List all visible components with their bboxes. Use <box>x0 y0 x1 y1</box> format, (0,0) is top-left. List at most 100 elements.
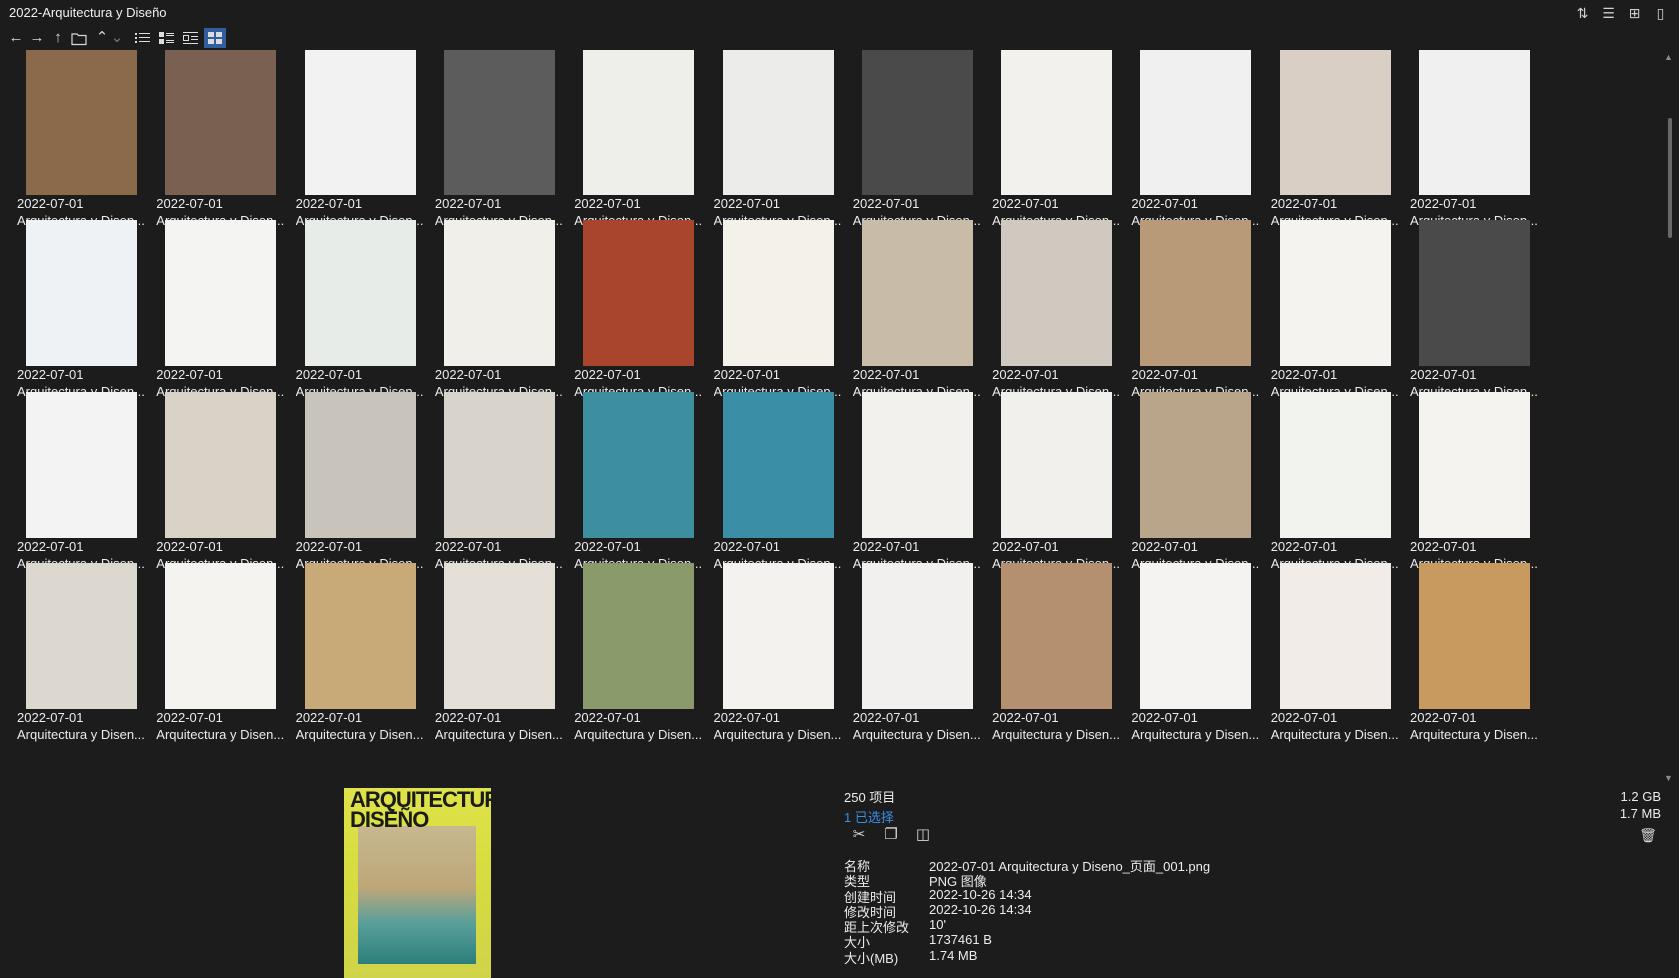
thumbnail-tile[interactable]: 2022-07-01Arquitectura y Disen... <box>1271 217 1419 400</box>
thumbnail-tile[interactable]: 2022-07-01Arquitectura y Disen... <box>1271 50 1419 229</box>
tile-name-label: Arquitectura y Disen... <box>1131 726 1260 742</box>
compare-icon[interactable]: ◫ <box>914 826 932 844</box>
scroll-down-icon[interactable]: ▼ <box>1664 773 1673 783</box>
preview-mag-title: ARQUITECTURA DISEÑO <box>350 789 491 831</box>
tile-date-label: 2022-07-01 <box>156 196 223 211</box>
thumbnail-tile[interactable]: 2022-07-01Arquitectura y Disen... <box>992 560 1140 743</box>
tile-date-label: 2022-07-01 <box>295 538 363 554</box>
tile-date-label: 2022-07-01 <box>1131 367 1198 383</box>
thumbnail-tile[interactable]: 2022-07-01Arquitectura y Disen... <box>992 389 1140 572</box>
tile-date-label: 2022-07-01 <box>1410 196 1477 211</box>
total-size: 1.2 GB <box>1620 789 1661 804</box>
thumbnail-tile[interactable]: 2022-07-01Arquitectura y Disen... <box>574 389 722 572</box>
list-view-icon[interactable] <box>131 28 153 48</box>
thumbnail-tile[interactable]: 2022-07-01Arquitectura y Disen... <box>714 217 862 400</box>
trash-icon[interactable]: 🗑 <box>1639 827 1657 845</box>
thumbnail-tile[interactable]: 2022-07-01Arquitectura y Disen... <box>17 217 165 400</box>
thumbnail-image <box>1419 220 1530 367</box>
thumbnail-tile[interactable]: 2022-07-01Arquitectura y Disen... <box>574 50 722 229</box>
thumbnail-tile[interactable]: 2022-07-01Arquitectura y Disen... <box>853 217 1001 400</box>
thumbnail-tile[interactable]: 2022-07-01Arquitectura y Disen... <box>1131 50 1279 229</box>
thumbnail-tile[interactable]: 2022-07-01Arquitectura y Disen... <box>1271 389 1419 572</box>
thumbnail-tile[interactable]: 2022-07-01Arquitectura y Disen... <box>714 50 862 229</box>
chevron-down-icon[interactable]: ⌄ <box>107 28 127 48</box>
thumbnails-view-icon[interactable] <box>204 28 226 48</box>
details-list-icon[interactable]: ☰ <box>1600 5 1617 22</box>
thumbnail-image <box>1140 562 1252 709</box>
thumbnail-image <box>1001 220 1113 367</box>
thumbnail-tile[interactable]: 2022-07-01Arquitectura y Disen... <box>1410 389 1558 572</box>
tile-date-label: 2022-07-01 <box>992 196 1059 211</box>
thumbnail-tile[interactable]: 2022-07-01Arquitectura y Disen... <box>714 560 862 743</box>
thumbnail-tile[interactable]: 2022-07-01Arquitectura y Disen... <box>156 389 304 572</box>
thumbnail-image <box>1001 391 1113 538</box>
property-value: 2022-10-26 14:34 <box>929 886 1032 902</box>
thumbnail-tile[interactable]: 2022-07-01Arquitectura y Disen... <box>435 50 583 229</box>
thumbnail-tile[interactable]: 2022-07-01Arquitectura y Disen... <box>156 217 304 400</box>
thumbnail-tile[interactable]: 2022-07-01Arquitectura y Disen... <box>992 50 1140 229</box>
tile-name-label: Arquitectura y Disen... <box>713 726 842 742</box>
scroll-up-icon[interactable]: ▲ <box>1664 52 1673 62</box>
thumbnail-tile[interactable]: 2022-07-01Arquitectura y Disen... <box>156 50 304 229</box>
thumbnail-tile[interactable]: 2022-07-01Arquitectura y Disen... <box>1271 560 1419 743</box>
tile-date-label: 2022-07-01 <box>434 709 502 725</box>
thumbnail-tile[interactable]: 2022-07-01Arquitectura y Disen... <box>156 560 304 743</box>
thumbnail-tile[interactable]: 2022-07-01Arquitectura y Disen... <box>17 389 165 572</box>
thumbnail-tile[interactable]: 2022-07-01Arquitectura y Disen... <box>714 389 862 572</box>
thumbnail-tile[interactable]: 2022-07-01Arquitectura y Disen... <box>853 389 1001 572</box>
thumbnail-tile[interactable]: 2022-07-01Arquitectura y Disen... <box>1410 50 1558 229</box>
tile-date-label: 2022-07-01 <box>992 709 1059 725</box>
thumbnail-tile[interactable]: 2022-07-01Arquitectura y Disen... <box>17 560 165 743</box>
tile-date-label: 2022-07-01 <box>713 538 781 554</box>
thumbnail-tile[interactable]: 2022-07-01Arquitectura y Disen... <box>296 389 444 572</box>
tile-date-label: 2022-07-01 <box>852 538 920 554</box>
tiles-view-icon[interactable] <box>179 28 201 48</box>
item-count: 250 项目 <box>844 790 896 805</box>
tile-date-label: 2022-07-01 <box>1270 538 1338 554</box>
thumbnail-tile[interactable]: 2022-07-01Arquitectura y Disen... <box>296 560 444 743</box>
folder-icon[interactable] <box>71 28 91 48</box>
tile-date-label: 2022-07-01 <box>17 196 84 211</box>
forward-arrow-icon[interactable]: → <box>27 28 47 48</box>
clipboard-icon[interactable]: ▯ <box>1652 5 1669 22</box>
thumbnail-tile[interactable]: 2022-07-01Arquitectura y Disen... <box>574 217 722 400</box>
thumbnail-tile[interactable]: 2022-07-01Arquitectura y Disen... <box>853 560 1001 743</box>
thumbnail-tile[interactable]: 2022-07-01Arquitectura y Disen... <box>1410 560 1558 743</box>
tile-date-label: 2022-07-01 <box>992 538 1059 554</box>
tile-date-label: 2022-07-01 <box>1270 196 1338 211</box>
cut-icon[interactable]: ✂ <box>850 826 868 844</box>
sort-icon[interactable]: ⇅ <box>1574 5 1591 22</box>
thumbnail-tile[interactable]: 2022-07-01Arquitectura y Disen... <box>296 50 444 229</box>
tile-date-label: 2022-07-01 <box>1270 367 1338 383</box>
thumbnail-tile[interactable]: 2022-07-01Arquitectura y Disen... <box>574 560 722 743</box>
thumbnail-tile[interactable]: 2022-07-01Arquitectura y Disen... <box>992 217 1140 400</box>
thumbnail-tile[interactable]: 2022-07-01Arquitectura y Disen... <box>1131 217 1279 400</box>
thumbnail-tile[interactable]: 2022-07-01Arquitectura y Disen... <box>435 560 583 743</box>
copy-icon[interactable]: ❐ <box>882 826 900 844</box>
tile-date-label: 2022-07-01 <box>713 367 781 383</box>
thumbnail-tile[interactable]: 2022-07-01Arquitectura y Disen... <box>1410 217 1558 400</box>
thumbnail-image <box>304 391 416 538</box>
preview-pane: ARQUITECTURA DISEÑO 250 项目 1 已选择 1.2 GB … <box>0 785 1679 978</box>
tile-date-label: 2022-07-01 <box>713 709 781 725</box>
thumbnail-image <box>165 562 277 709</box>
details-view-icon[interactable] <box>155 28 177 48</box>
selected-count[interactable]: 1 已选择 <box>844 807 895 826</box>
thumbnail-tile[interactable]: 2022-07-01Arquitectura y Disen... <box>853 50 1001 229</box>
tile-date-label: 2022-07-01 <box>574 538 641 554</box>
thumbnail-tile[interactable]: 2022-07-01Arquitectura y Disen... <box>1131 389 1279 572</box>
thumbnail-tile[interactable]: 2022-07-01Arquitectura y Disen... <box>435 389 583 572</box>
tile-name-label: Arquitectura y Disen... <box>852 726 981 742</box>
tile-date-label: 2022-07-01 <box>156 709 223 725</box>
thumbnail-tile[interactable]: 2022-07-01Arquitectura y Disen... <box>1131 560 1279 743</box>
scrollbar[interactable]: ▲ ▼ <box>1660 50 1679 785</box>
new-window-icon[interactable]: ⊞ <box>1626 5 1643 22</box>
up-arrow-icon[interactable]: ↑ <box>48 28 68 48</box>
thumbnail-tile[interactable]: 2022-07-01Arquitectura y Disen... <box>435 217 583 400</box>
thumbnail-tile[interactable]: 2022-07-01Arquitectura y Disen... <box>17 50 165 229</box>
tile-date-label: 2022-07-01 <box>434 367 502 383</box>
scroll-thumb[interactable] <box>1668 118 1672 238</box>
back-arrow-icon[interactable]: ← <box>6 28 26 48</box>
thumbnail-tile[interactable]: 2022-07-01Arquitectura y Disen... <box>296 217 444 400</box>
thumbnail-image <box>861 562 973 709</box>
